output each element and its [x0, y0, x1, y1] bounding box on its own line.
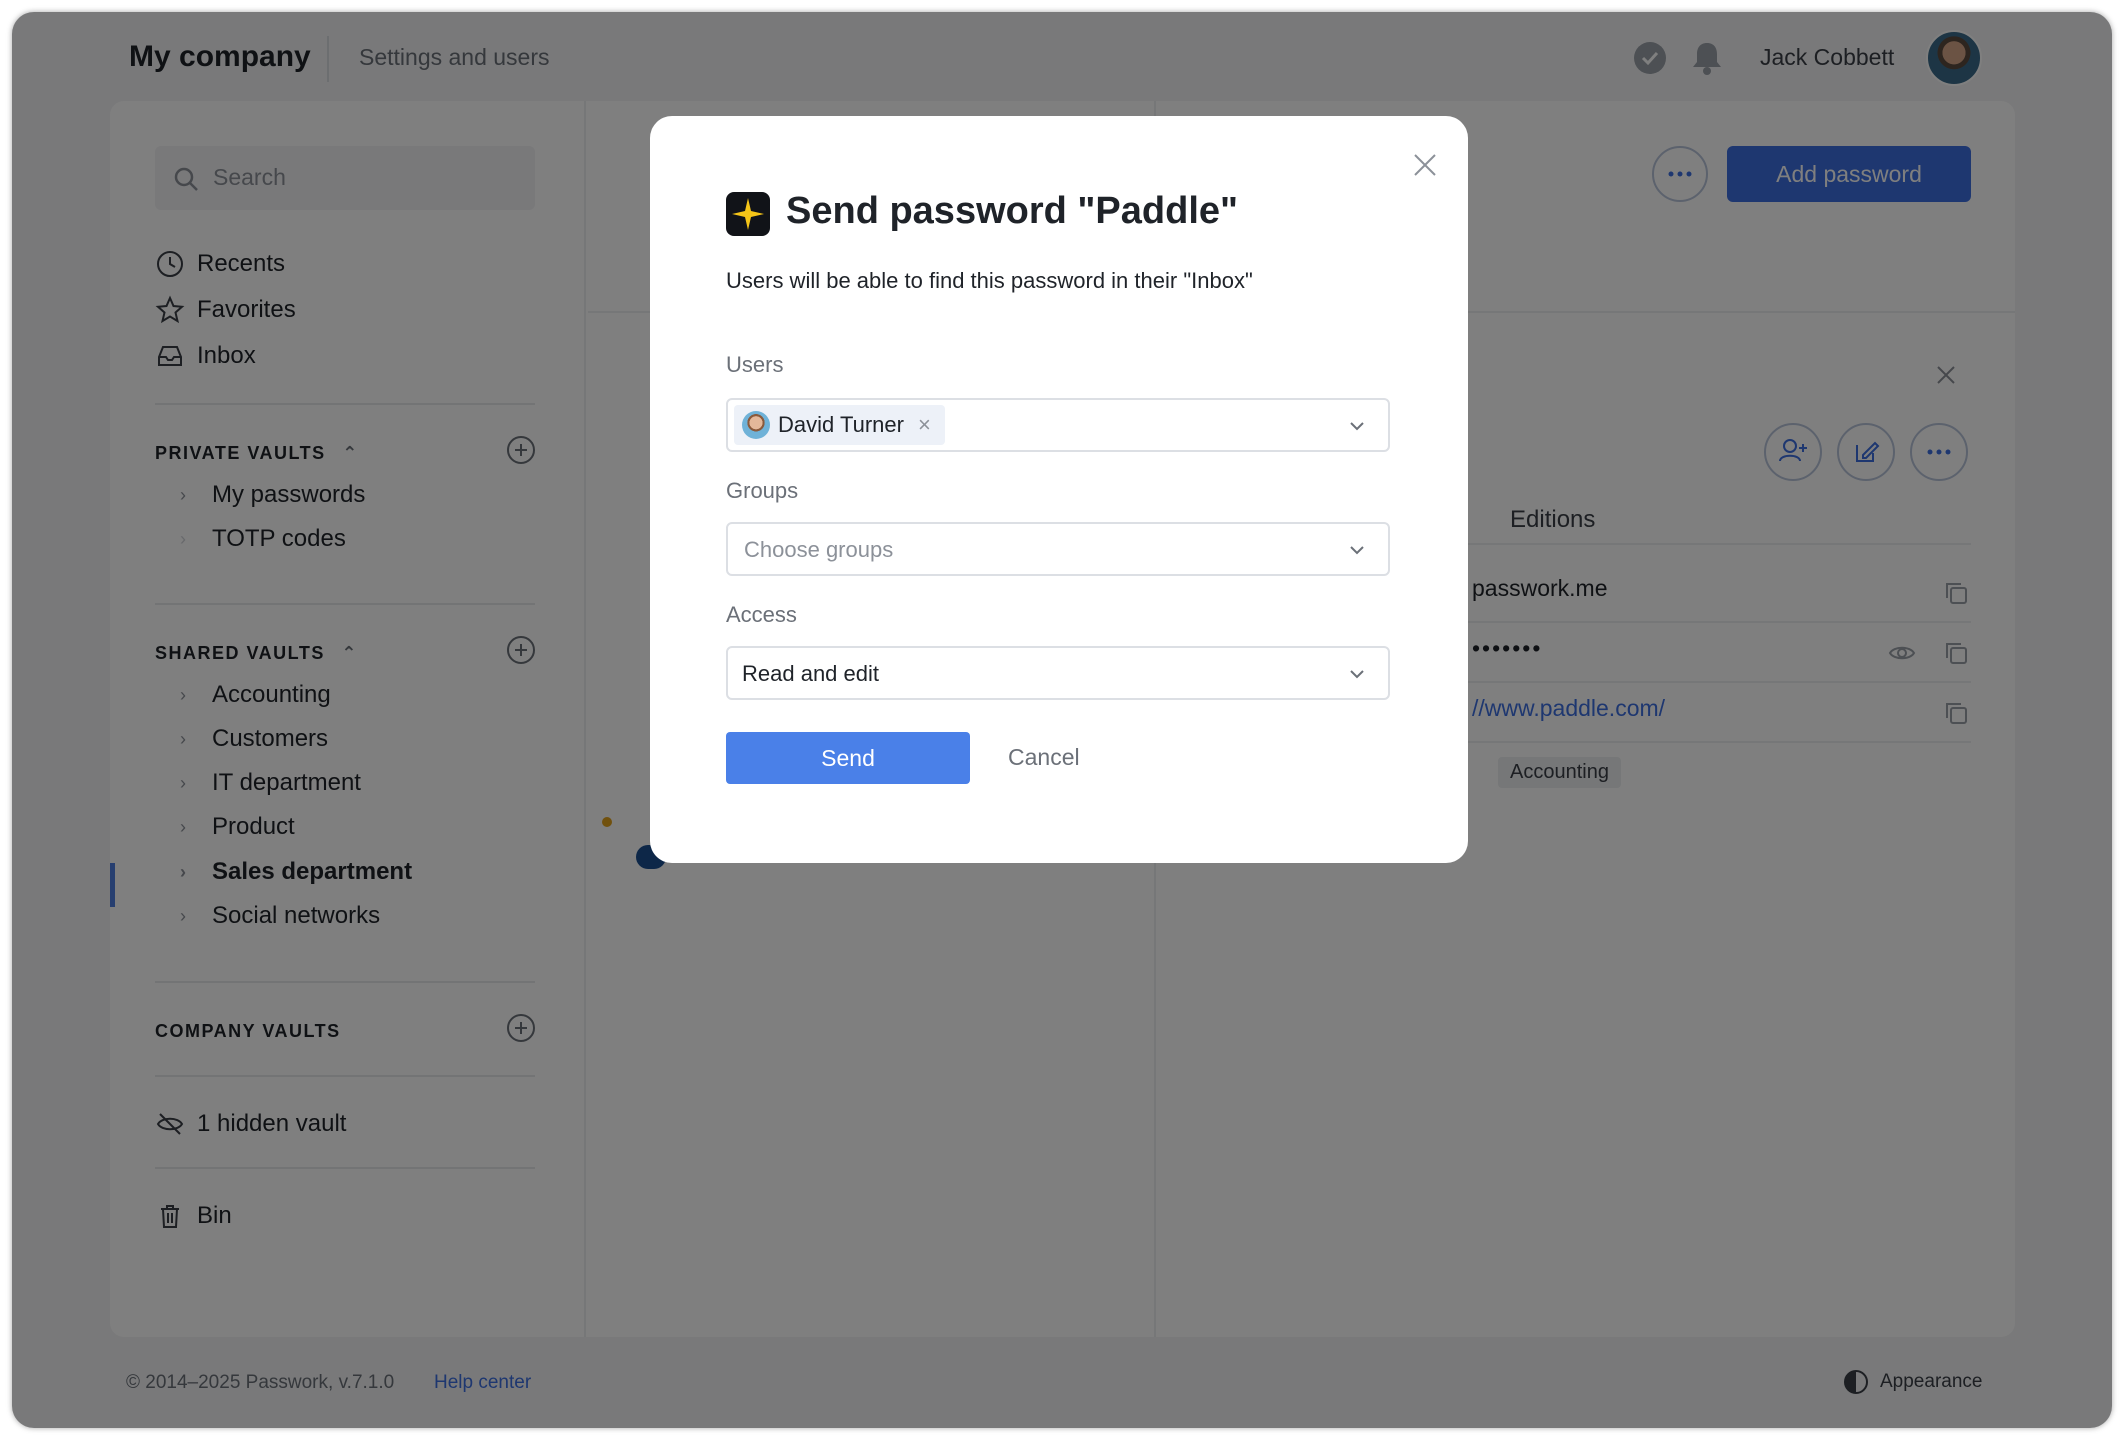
- access-label: Access: [726, 602, 797, 627]
- remove-user-icon[interactable]: ×: [918, 412, 931, 438]
- users-select[interactable]: David Turner ×: [726, 398, 1390, 452]
- cancel-button[interactable]: Cancel: [1008, 744, 1080, 771]
- chevron-down-icon: [1350, 546, 1364, 555]
- user-chip: David Turner ×: [734, 405, 945, 445]
- groups-placeholder: Choose groups: [744, 537, 894, 562]
- close-icon[interactable]: [1410, 150, 1440, 180]
- groups-select[interactable]: Choose groups: [726, 522, 1390, 576]
- access-select[interactable]: Read and edit: [726, 646, 1390, 700]
- access-value: Read and edit: [742, 661, 879, 686]
- chevron-down-icon: [1350, 670, 1364, 679]
- sparkle-icon: [726, 192, 770, 236]
- modal-title: Send password "Paddle": [786, 190, 1239, 232]
- app-window: My company Settings and users Jack Cobbe…: [12, 12, 2112, 1428]
- chevron-down-icon: [1350, 422, 1364, 431]
- send-password-modal: Send password "Paddle" Users will be abl…: [650, 116, 1468, 863]
- users-label: Users: [726, 352, 784, 377]
- groups-label: Groups: [726, 478, 799, 503]
- user-chip-name: David Turner: [778, 412, 904, 437]
- modal-subtitle: Users will be able to find this password…: [726, 268, 1253, 293]
- user-avatar: [742, 411, 770, 439]
- send-button[interactable]: Send: [726, 732, 970, 784]
